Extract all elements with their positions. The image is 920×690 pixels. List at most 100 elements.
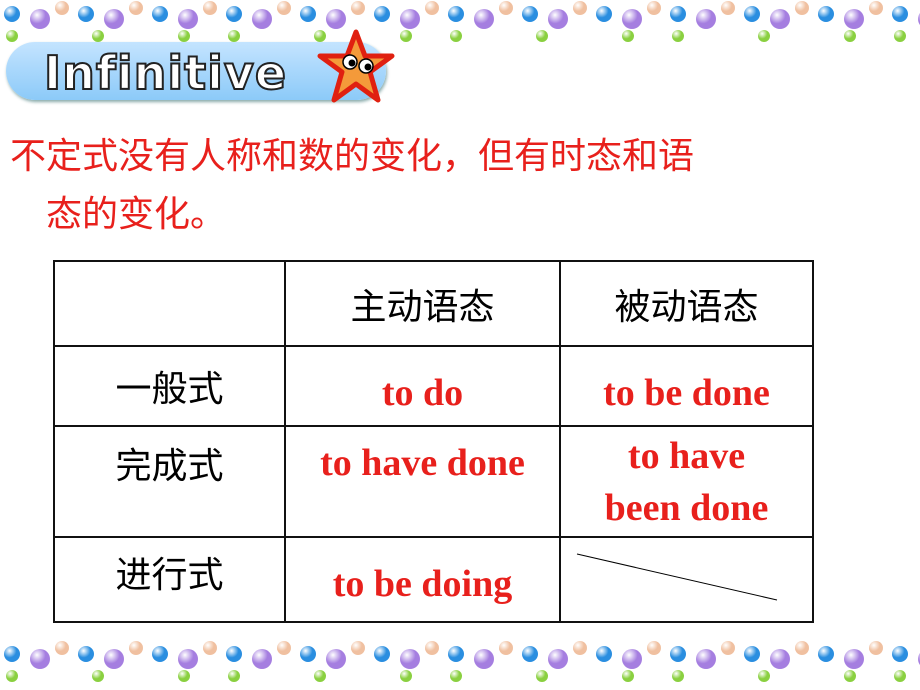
bead bbox=[78, 6, 94, 22]
bead bbox=[844, 9, 864, 29]
bead bbox=[670, 6, 686, 22]
bead bbox=[178, 9, 198, 29]
bead bbox=[672, 670, 684, 682]
bead bbox=[78, 646, 94, 662]
bead bbox=[892, 6, 908, 22]
bead bbox=[522, 6, 538, 22]
bead bbox=[844, 670, 856, 682]
bead bbox=[448, 6, 464, 22]
bead bbox=[351, 641, 365, 655]
bead bbox=[252, 9, 272, 29]
bead bbox=[104, 649, 124, 669]
bead bbox=[758, 30, 770, 42]
cell-passive: to have been done bbox=[559, 425, 814, 538]
header-active: 主动语态 bbox=[284, 260, 561, 347]
bead bbox=[374, 6, 390, 22]
bead bbox=[474, 649, 494, 669]
bead bbox=[536, 670, 548, 682]
bead bbox=[425, 641, 439, 655]
bead bbox=[894, 670, 906, 682]
starfish-icon bbox=[317, 29, 395, 103]
bead bbox=[744, 646, 760, 662]
bead bbox=[499, 641, 513, 655]
bead bbox=[573, 1, 587, 15]
bead bbox=[277, 1, 291, 15]
bead bbox=[178, 649, 198, 669]
bead bbox=[314, 670, 326, 682]
infinitive-table: 主动语态 被动语态 一般式 to do to be done 完成式 to ha… bbox=[53, 260, 814, 623]
slide-title: Infinitive bbox=[43, 45, 288, 101]
bead bbox=[203, 641, 217, 655]
bead bbox=[548, 9, 568, 29]
bead bbox=[622, 9, 642, 29]
bead bbox=[6, 670, 18, 682]
bead bbox=[178, 30, 190, 42]
bead bbox=[252, 649, 272, 669]
bead bbox=[818, 646, 834, 662]
bead bbox=[6, 30, 18, 42]
bead bbox=[844, 649, 864, 669]
bead bbox=[226, 6, 242, 22]
table-row: 进行式 to be doing bbox=[53, 536, 814, 623]
bead bbox=[425, 1, 439, 15]
bead bbox=[744, 6, 760, 22]
cell-passive-line-1: to have bbox=[627, 434, 746, 477]
bead bbox=[277, 641, 291, 655]
table-header-row: 主动语态 被动语态 bbox=[53, 260, 814, 347]
row-label: 一般式 bbox=[53, 345, 286, 427]
bead bbox=[892, 646, 908, 662]
bead bbox=[894, 30, 906, 42]
row-label: 完成式 bbox=[53, 425, 286, 538]
bead bbox=[129, 641, 143, 655]
table-row: 完成式 to have done to have been done bbox=[53, 425, 814, 538]
bead bbox=[374, 646, 390, 662]
bead bbox=[400, 670, 412, 682]
bead bbox=[869, 641, 883, 655]
bead bbox=[844, 30, 856, 42]
bead bbox=[178, 670, 190, 682]
bead bbox=[522, 646, 538, 662]
bead bbox=[869, 1, 883, 15]
bead bbox=[30, 649, 50, 669]
bead bbox=[548, 649, 568, 669]
bead bbox=[92, 670, 104, 682]
bead bbox=[672, 30, 684, 42]
bead bbox=[92, 30, 104, 42]
bead bbox=[326, 9, 346, 29]
intro-text: 不定式没有人称和数的变化，但有时态和语 态的变化。 bbox=[10, 128, 900, 244]
bead bbox=[55, 1, 69, 15]
bead bbox=[770, 649, 790, 669]
bead bbox=[4, 6, 20, 22]
bead bbox=[326, 649, 346, 669]
bead bbox=[351, 1, 365, 15]
bead bbox=[152, 6, 168, 22]
cell-passive: to be done bbox=[559, 345, 814, 427]
bead bbox=[474, 9, 494, 29]
cell-passive-empty bbox=[559, 536, 814, 623]
header-empty bbox=[53, 260, 286, 347]
bead bbox=[795, 641, 809, 655]
bead bbox=[228, 670, 240, 682]
bead bbox=[300, 6, 316, 22]
bead bbox=[450, 30, 462, 42]
bead bbox=[104, 9, 124, 29]
bead bbox=[647, 1, 661, 15]
bead bbox=[4, 646, 20, 662]
bead bbox=[696, 649, 716, 669]
bead bbox=[670, 646, 686, 662]
bead bbox=[129, 1, 143, 15]
bead bbox=[795, 1, 809, 15]
bead bbox=[622, 30, 634, 42]
bead bbox=[536, 30, 548, 42]
bead bbox=[573, 641, 587, 655]
bead bbox=[400, 649, 420, 669]
cell-active: to be doing bbox=[284, 536, 561, 623]
bead bbox=[300, 646, 316, 662]
header-passive: 被动语态 bbox=[559, 260, 814, 347]
bead bbox=[448, 646, 464, 662]
bead bbox=[226, 646, 242, 662]
cell-active: to do bbox=[284, 345, 561, 427]
bead bbox=[721, 1, 735, 15]
bead bbox=[770, 9, 790, 29]
bead bbox=[203, 1, 217, 15]
